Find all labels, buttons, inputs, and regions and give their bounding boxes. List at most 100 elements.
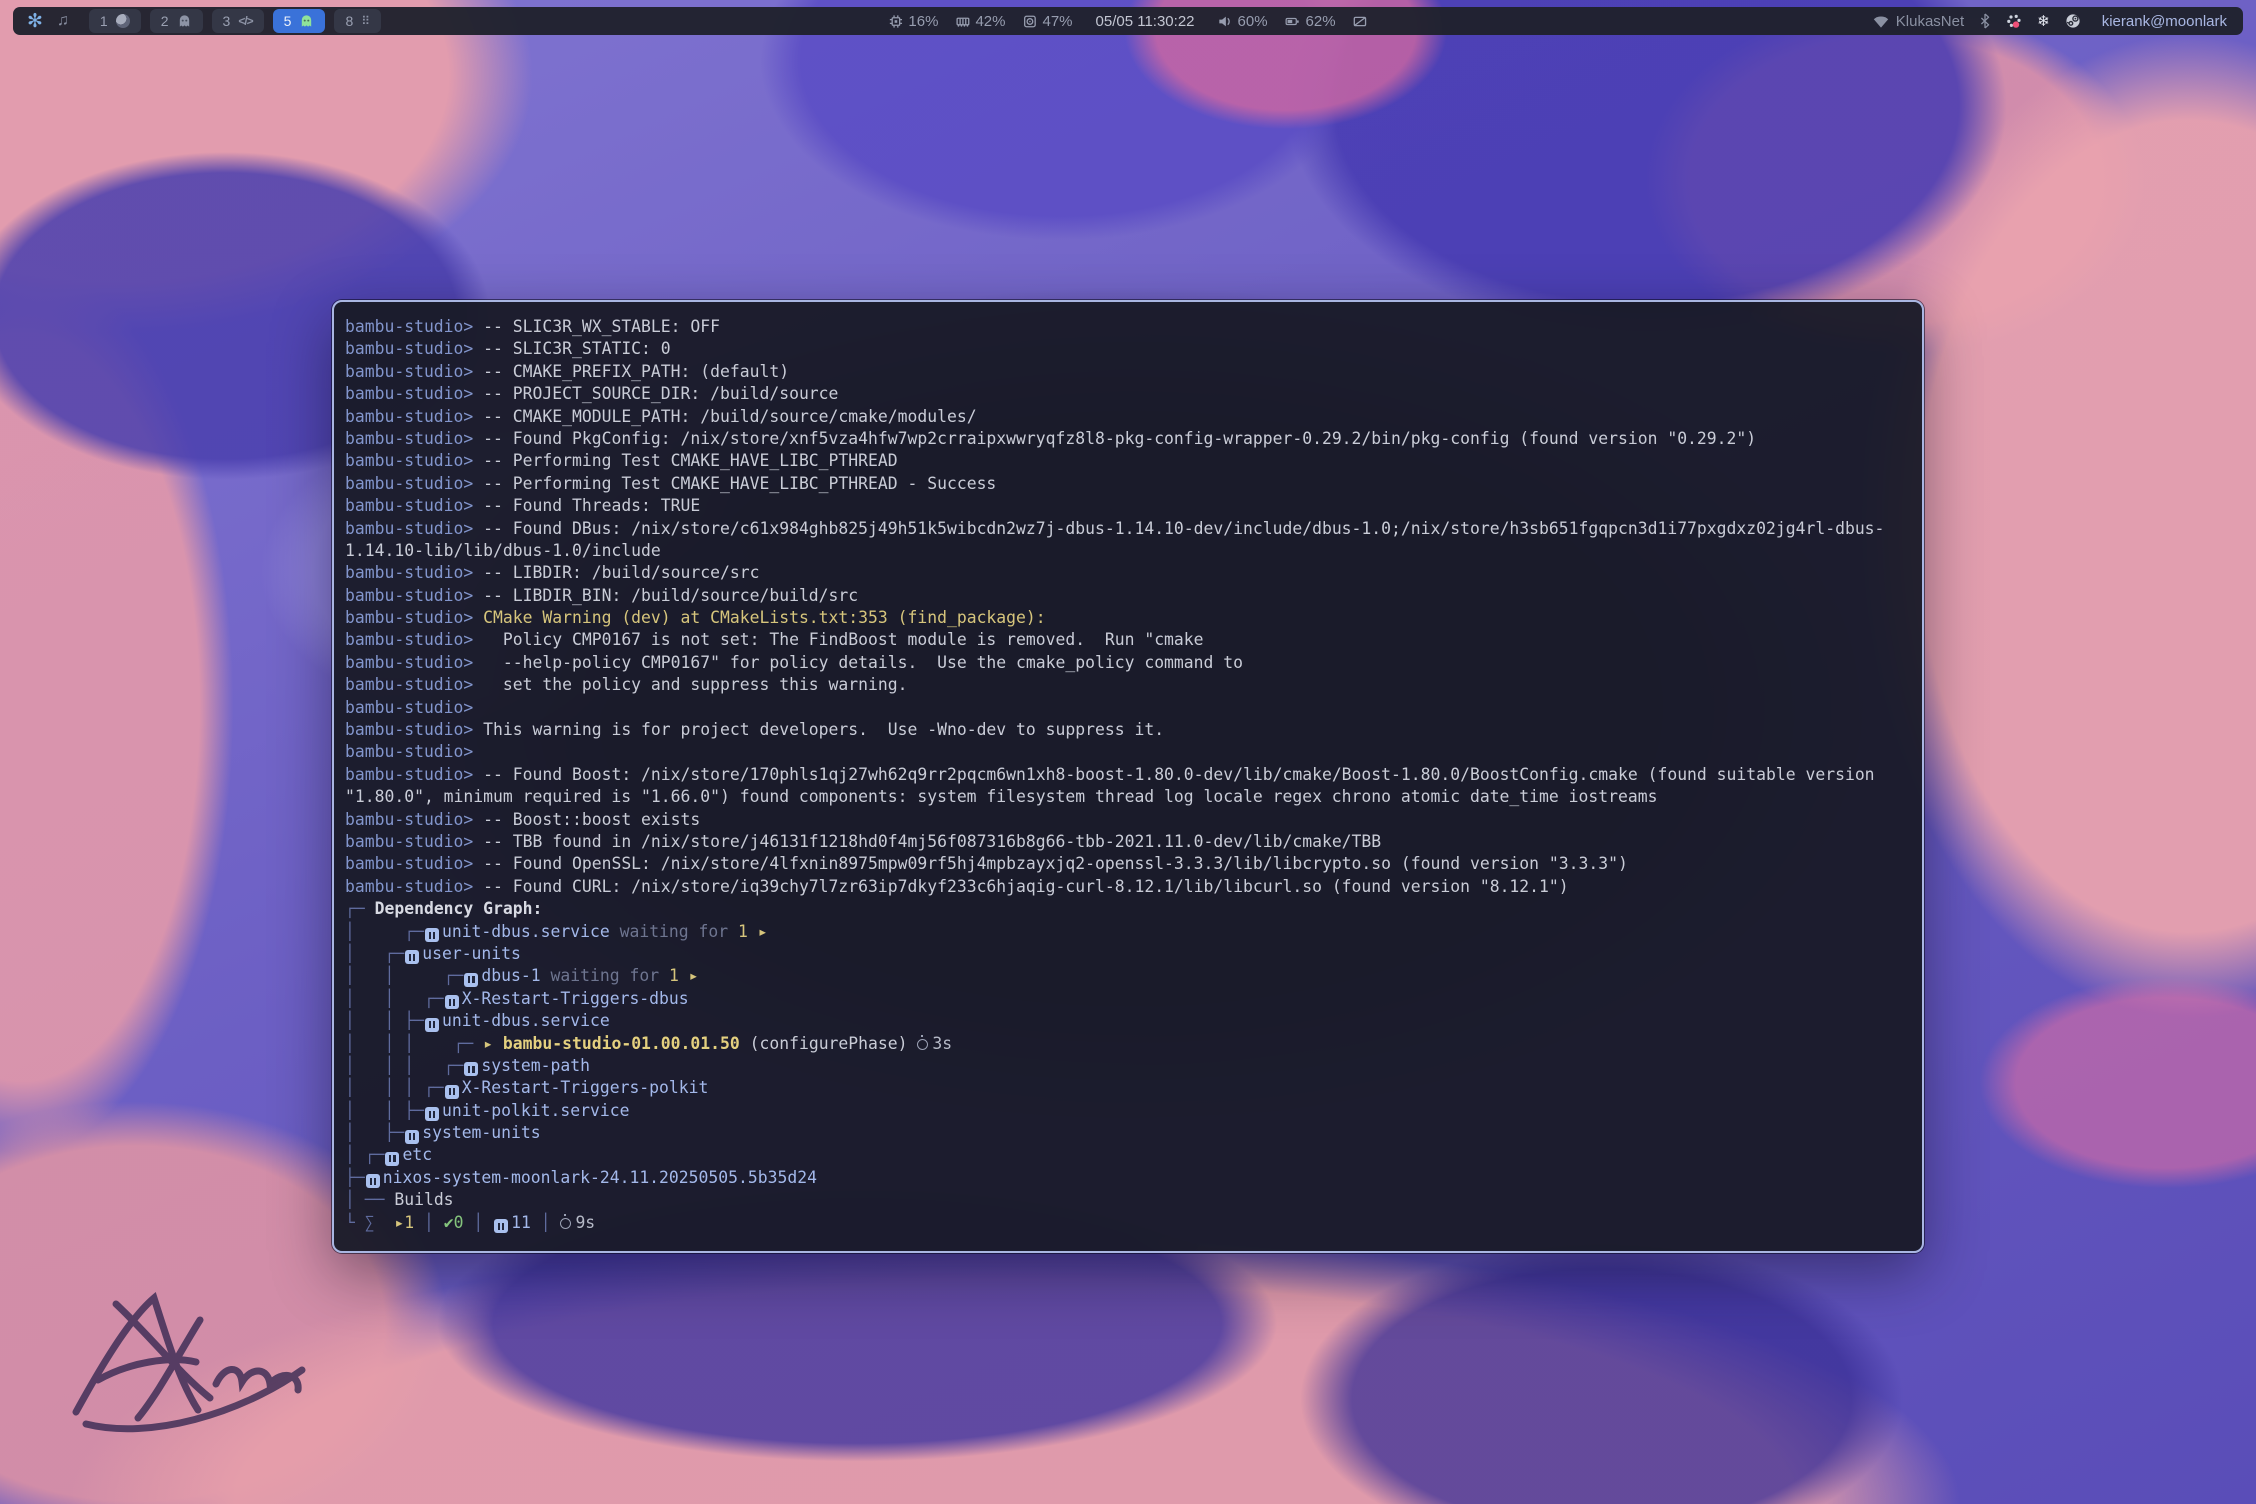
code-icon: </> [238, 14, 252, 28]
disk-usage: 47% [1042, 13, 1072, 30]
terminal-line: bambu-studio> -- TBB found in /nix/store… [345, 831, 1922, 853]
music-note-icon[interactable]: ♫ [57, 13, 69, 29]
terminal-line: bambu-studio> [345, 741, 1922, 763]
volume-icon [1218, 14, 1233, 29]
terminal-line: bambu-studio> -- Performing Test CMAKE_H… [345, 450, 1922, 472]
battery-stat: 62% [1285, 13, 1336, 30]
pause-badge-icon [366, 1174, 380, 1188]
snowflake-tray-icon[interactable]: ❄ [2037, 14, 2050, 29]
pause-badge-icon [425, 1018, 439, 1032]
moon-icon [116, 14, 130, 28]
workspace-1[interactable]: 1 [89, 9, 141, 33]
pause-badge-icon [405, 1130, 419, 1144]
terminal-line: bambu-studio> -- Found OpenSSL: /nix/sto… [345, 853, 1922, 875]
terminal-line: bambu-studio> -- LIBDIR_BIN: /build/sour… [345, 585, 1922, 607]
terminal-line: │ ├─system-units [345, 1122, 1922, 1144]
memory-usage: 42% [975, 13, 1005, 30]
terminal-body: bambu-studio> -- SLIC3R_WX_STABLE: OFFba… [334, 302, 1922, 1234]
terminal-line: │ ── Builds [345, 1189, 1922, 1211]
timer-icon: 3s [917, 1034, 952, 1053]
pause-badge-icon [445, 1085, 459, 1099]
wifi-icon [1873, 15, 1889, 28]
workspace-number: 2 [161, 13, 169, 29]
terminal-line: │ ┌─user-units [345, 943, 1922, 965]
disk-icon [1022, 14, 1037, 29]
workspace-list: 123</>58⠿ [89, 9, 381, 33]
terminal-line: bambu-studio> CMake Warning (dev) at CMa… [345, 607, 1922, 629]
ghost-icon [299, 14, 314, 29]
terminal-line: bambu-studio> Policy CMP0167 is not set:… [345, 629, 1922, 651]
workspace-2[interactable]: 2 [150, 9, 203, 33]
battery-icon [1285, 14, 1301, 29]
pause-badge-icon [464, 973, 478, 987]
user-host-label: kierank@moonlark [2102, 13, 2227, 30]
terminal-line: │ │ ├─unit-polkit.service [345, 1100, 1922, 1122]
terminal-line: bambu-studio> -- LIBDIR: /build/source/s… [345, 562, 1922, 584]
battery-level: 62% [1306, 13, 1336, 30]
bluetooth-icon[interactable] [1979, 13, 1991, 29]
terminal-line: │ │ ├─unit-dbus.service [345, 1010, 1922, 1032]
terminal-line: "1.80.0", minimum required is "1.66.0") … [345, 786, 1922, 808]
screencast-off-icon[interactable] [1353, 14, 1368, 29]
timer-icon: 9s [560, 1213, 595, 1232]
terminal-line: │ ┌─etc [345, 1144, 1922, 1166]
network-name: KlukasNet [1896, 13, 1964, 30]
dots-icon: ⠿ [361, 15, 370, 27]
cpu-usage: 16% [908, 13, 938, 30]
wallpaper-signature [58, 1262, 378, 1462]
disk-stat: 47% [1022, 13, 1072, 30]
workspace-number: 3 [223, 13, 231, 29]
nixos-logo-icon[interactable]: ✻ [27, 12, 43, 31]
cpu-icon [888, 14, 903, 29]
terminal-line: bambu-studio> -- Boost::boost exists [345, 809, 1922, 831]
bar-right: KlukasNet ❄ kierank@moonlark [1873, 13, 2243, 30]
terminal-window[interactable]: bambu-studio> -- SLIC3R_WX_STABLE: OFFba… [332, 300, 1924, 1253]
workspace-3[interactable]: 3 </> [212, 9, 264, 33]
terminal-line: ├─nixos-system-moonlark-24.11.20250505.5… [345, 1167, 1922, 1189]
terminal-line: bambu-studio> -- Found CURL: /nix/store/… [345, 876, 1922, 898]
pause-badge-icon [425, 928, 439, 942]
terminal-line: │ │ ┌─dbus-1 waiting for 1 ▸ [345, 965, 1922, 987]
pause-badge-icon [494, 1219, 508, 1233]
terminal-line: bambu-studio> [345, 697, 1922, 719]
workspace-number: 8 [345, 13, 353, 29]
clock: 05/05 11:30:22 [1096, 13, 1195, 30]
workspace-number: 5 [284, 13, 292, 29]
workspace-5[interactable]: 5 [273, 9, 326, 33]
workspace-number: 1 [100, 13, 108, 29]
terminal-line: bambu-studio> -- CMAKE_PREFIX_PATH: (def… [345, 361, 1922, 383]
bar-left: ✻ ♫ 123</>58⠿ [13, 9, 381, 33]
terminal-line: │ │ │ ┌─ ▸ bambu-studio-01.00.01.50 (con… [345, 1033, 1922, 1055]
ghost-icon [177, 14, 192, 29]
network-indicator[interactable]: KlukasNet [1873, 13, 1964, 30]
memory-icon [955, 14, 970, 29]
workspace-8[interactable]: 8⠿ [334, 9, 381, 33]
terminal-line: bambu-studio> -- Found PkgConfig: /nix/s… [345, 428, 1922, 450]
terminal-line: bambu-studio> -- Found DBus: /nix/store/… [345, 518, 1922, 540]
terminal-line: bambu-studio> -- SLIC3R_STATIC: 0 [345, 338, 1922, 360]
terminal-line: └ ∑ ▸1 │ ✔0 │ 11 │ 9s [345, 1212, 1922, 1234]
volume-level: 60% [1238, 13, 1268, 30]
terminal-line: bambu-studio> -- SLIC3R_WX_STABLE: OFF [345, 316, 1922, 338]
pause-badge-icon [425, 1107, 439, 1121]
terminal-line: │ │ │ ┌─X-Restart-Triggers-polkit [345, 1077, 1922, 1099]
volume-stat: 60% [1218, 13, 1268, 30]
status-stats: 16% 42% 47% 05/05 11:30:22 60% [888, 13, 1367, 30]
top-bar: ✻ ♫ 123</>58⠿ 16% 42% 47% 05/05 11:30 [13, 7, 2243, 35]
pause-badge-icon [405, 950, 419, 964]
terminal-line: │ ┌─unit-dbus.service waiting for 1 ▸ [345, 921, 1922, 943]
terminal-line: bambu-studio> -- CMAKE_MODULE_PATH: /bui… [345, 406, 1922, 428]
terminal-line: bambu-studio> set the policy and suppres… [345, 674, 1922, 696]
cpu-stat: 16% [888, 13, 938, 30]
pause-badge-icon [445, 995, 459, 1009]
terminal-line: │ │ ┌─X-Restart-Triggers-dbus [345, 988, 1922, 1010]
terminal-line: bambu-studio> -- Found Threads: TRUE [345, 495, 1922, 517]
terminal-line: │ │ │ ┌─system-path [345, 1055, 1922, 1077]
terminal-line: bambu-studio> --help-policy CMP0167" for… [345, 652, 1922, 674]
tray-app-icon[interactable] [2006, 14, 2022, 29]
terminal-line: bambu-studio> This warning is for projec… [345, 719, 1922, 741]
terminal-line: ┌─ Dependency Graph: [345, 898, 1922, 920]
terminal-line: bambu-studio> -- Performing Test CMAKE_H… [345, 473, 1922, 495]
pause-badge-icon [464, 1062, 478, 1076]
steam-icon[interactable] [2065, 13, 2081, 29]
